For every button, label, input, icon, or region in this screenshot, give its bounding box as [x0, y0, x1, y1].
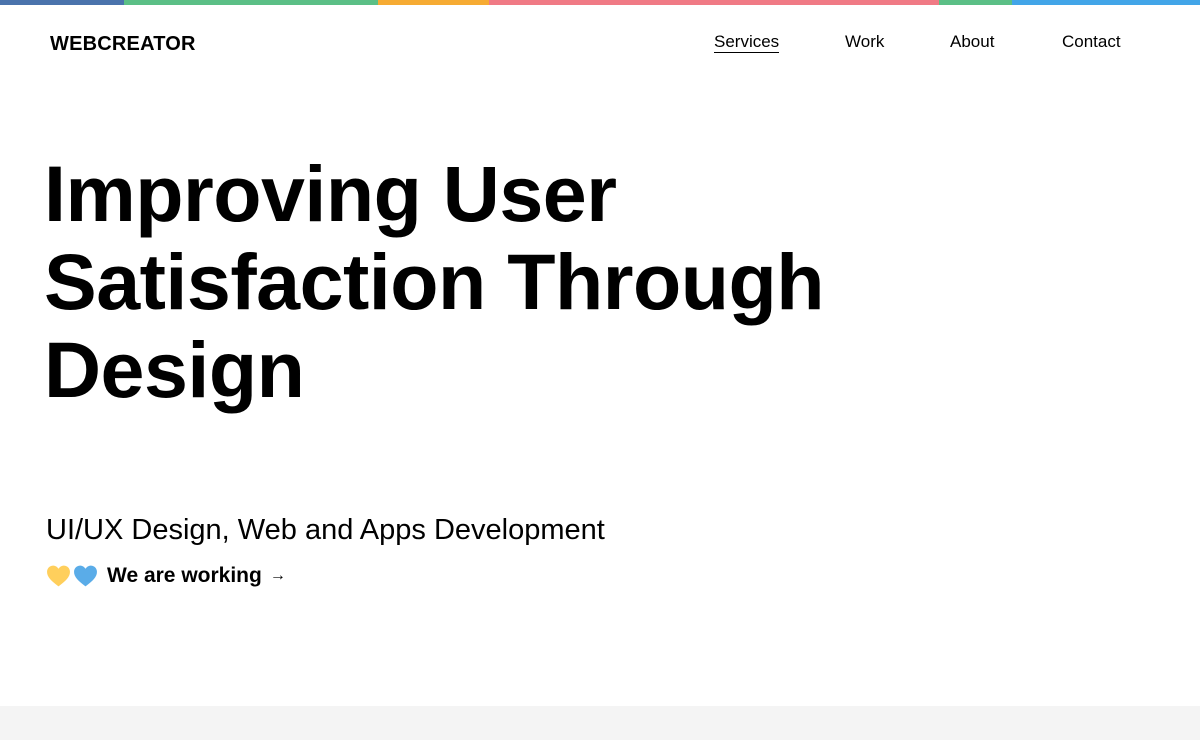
hero-title: Improving User Satisfaction Through Desi… — [44, 150, 944, 414]
strip-segment-pink — [489, 0, 939, 5]
we-are-working-label: We are working — [107, 564, 262, 587]
hero-title-line-1: Improving User — [44, 149, 617, 238]
hero-subtitle: UI/UX Design, Web and Apps Development — [46, 514, 605, 546]
arrow-right-icon: → — [269, 567, 286, 584]
color-strip — [0, 0, 1200, 5]
footer-band — [0, 706, 1200, 740]
main-nav: Services Work About Contact — [0, 32, 1200, 56]
we-are-working-link[interactable]: We are working → — [46, 562, 286, 590]
nav-work[interactable]: Work — [845, 32, 884, 52]
strip-segment-orange — [378, 0, 489, 5]
yellow-heart-icon — [47, 565, 70, 587]
nav-services[interactable]: Services — [714, 32, 780, 53]
hero-title-line-3: Design — [44, 325, 305, 414]
nav-contact[interactable]: Contact — [1062, 32, 1121, 52]
nav-about[interactable]: About — [950, 32, 994, 52]
strip-segment-green-2 — [939, 0, 1012, 5]
hero-title-line-2: Satisfaction Through — [44, 237, 825, 326]
blue-heart-icon — [74, 565, 97, 587]
strip-segment-blue — [0, 0, 124, 5]
strip-segment-green — [124, 0, 378, 5]
strip-segment-light-blue — [1012, 0, 1200, 5]
page: WEBCREATOR Services Work About Contact I… — [0, 0, 1200, 740]
